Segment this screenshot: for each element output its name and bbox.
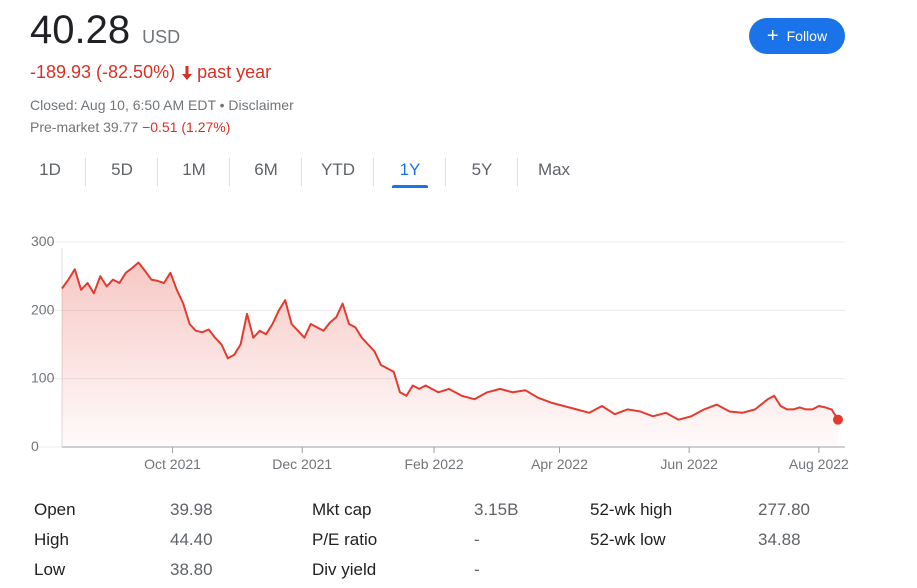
follow-button[interactable]: + Follow	[749, 18, 845, 54]
stat-label: 52-wk high	[590, 500, 673, 519]
stat-value: 3.15B	[474, 500, 519, 519]
stat-label: High	[34, 530, 69, 549]
y-tick-label: 100	[31, 370, 55, 386]
tab-label: 6M	[254, 160, 278, 179]
tab-label: 1M	[182, 160, 206, 179]
active-tab-indicator	[392, 185, 428, 188]
tab-label: Max	[537, 160, 571, 179]
tab-max[interactable]: Max	[518, 152, 590, 188]
x-tick-label: Dec 2021	[272, 456, 332, 472]
stat-label: 52-wk low	[590, 530, 666, 549]
premarket-price: Pre-market 39.77	[30, 119, 139, 135]
y-tick-label: 0	[31, 438, 39, 454]
stat-value: -	[474, 560, 480, 579]
stat-value: 38.80	[170, 560, 213, 579]
stat-label: Mkt cap	[312, 500, 372, 519]
premarket-change: −0.51 (1.27%)	[142, 119, 231, 135]
tab-label: 1D	[39, 160, 61, 179]
y-tick-label: 300	[31, 233, 55, 249]
tab-1d[interactable]: 1D	[14, 152, 86, 188]
currency-label: USD	[142, 27, 181, 47]
tab-1y[interactable]: 1Y	[374, 152, 446, 188]
plus-icon: +	[766, 25, 779, 47]
x-tick-label: Apr 2022	[531, 456, 588, 472]
stat-label: P/E ratio	[312, 530, 378, 549]
stat-label: Low	[34, 560, 66, 579]
tab-6m[interactable]: 6M	[230, 152, 302, 188]
tab-label: YTD	[321, 160, 355, 179]
tab-5d[interactable]: 5D	[86, 152, 158, 188]
stat-value: 44.40	[170, 530, 213, 549]
current-price-dot	[833, 414, 843, 425]
change-period: past year	[197, 62, 272, 82]
price-area	[62, 262, 838, 447]
market-status: Closed: Aug 10, 6:50 AM EDT • Disclaimer	[30, 97, 294, 113]
tab-5y[interactable]: 5Y	[446, 152, 518, 188]
price-chart[interactable]: 0 100 200 300 Oct 2021 Dec 2021 Feb 2022 Apr 20…	[0, 222, 917, 482]
x-tick-label: Aug 2022	[789, 456, 849, 472]
price-change: -189.93 (-82.50%)	[30, 62, 176, 82]
x-tick-label: Oct 2021	[144, 456, 201, 472]
tab-1m[interactable]: 1M	[158, 152, 230, 188]
stat-label: Div yield	[312, 560, 377, 579]
price-change-row: -189.93 (-82.50%) past year	[30, 62, 271, 83]
tab-label: 1Y	[399, 160, 421, 179]
stat-value: 34.88	[758, 530, 801, 549]
stat-value: 39.98	[170, 500, 213, 519]
time-range-tabs: 1D 5D 1M 6M YTD 1Y 5Y Max	[14, 152, 590, 188]
x-tick-label: Jun 2022	[660, 456, 718, 472]
arrow-down-icon	[181, 65, 193, 80]
tab-label: 5Y	[471, 160, 493, 179]
y-tick-label: 200	[31, 301, 55, 317]
follow-label: Follow	[786, 28, 828, 44]
x-tick-label: Feb 2022	[404, 456, 463, 472]
stat-value: -	[474, 530, 480, 549]
stat-label: Open	[34, 500, 76, 519]
tab-ytd[interactable]: YTD	[302, 152, 374, 188]
price-row: 40.28 USD	[30, 6, 180, 54]
current-price: 40.28	[30, 8, 131, 52]
premarket-row: Pre-market 39.77 −0.51 (1.27%)	[30, 119, 230, 135]
tab-label: 5D	[111, 160, 133, 179]
stat-value: 277.80	[758, 500, 810, 519]
